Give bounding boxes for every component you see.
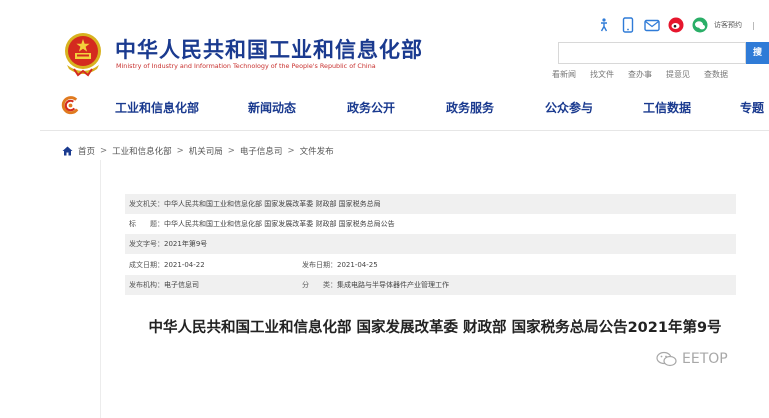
meta-row-dates: 成文日期：2021-04-22 发布日期：2021-04-25 [125, 255, 736, 275]
breadcrumb-departments[interactable]: 机关司局 [189, 145, 223, 157]
breadcrumb-file-release[interactable]: 文件发布 [300, 145, 334, 157]
nav-item-gov-affairs[interactable]: 政务公开 [347, 99, 395, 116]
breadcrumb-separator: > [227, 146, 235, 156]
site-title[interactable]: 中华人民共和国工业和信息化部 [115, 34, 423, 64]
nav-item-news[interactable]: 新闻动态 [248, 99, 296, 116]
nav-item-data[interactable]: 工信数据 [643, 99, 691, 116]
meta-label: 发布日期： [302, 261, 337, 269]
meta-value-org: 电子信息司 [164, 281, 199, 289]
breadcrumb-electronics-dept[interactable]: 电子信息司 [240, 145, 283, 157]
meta-label: 发文字号： [129, 240, 164, 248]
nav-item-miit[interactable]: 工业和信息化部 [115, 99, 199, 116]
nav-divider [40, 130, 769, 131]
meta-row-issuer: 发文机关：中华人民共和国工业和信息化部 国家发展改革委 财政部 国家税务总局 [125, 194, 736, 214]
nav-item-gov-services[interactable]: 政务服务 [446, 99, 494, 116]
weibo-icon[interactable] [668, 17, 684, 33]
home-icon [62, 146, 73, 156]
meta-row-org: 发布机构：电子信息司 分 类：集成电路与半导体器件产业管理工作 [125, 275, 736, 295]
meta-value-subject: 中华人民共和国工业和信息化部 国家发展改革委 财政部 国家税务总局公告 [164, 220, 395, 228]
meta-value-published: 2021-04-25 [337, 261, 378, 269]
breadcrumb-separator: > [176, 146, 184, 156]
watermark: EETOP [656, 351, 728, 367]
top-bar-separator: | [752, 20, 755, 30]
quick-links: 看新闻 找文件 查办事 提意见 查数据 [552, 69, 728, 80]
quick-link-data[interactable]: 查数据 [704, 69, 728, 80]
meta-label: 分 类： [302, 281, 337, 289]
nav-item-topics[interactable]: 专题 [740, 99, 764, 116]
meta-value-created: 2021-04-22 [164, 261, 205, 269]
meta-value-issuer: 中华人民共和国工业和信息化部 国家发展改革委 财政部 国家税务总局 [164, 200, 381, 208]
wechat-icon[interactable] [692, 17, 708, 33]
breadcrumb-separator: > [287, 146, 295, 156]
visitor-appointment-link[interactable]: 访客预约 [714, 20, 742, 30]
search-input[interactable] [558, 42, 746, 64]
top-icon-bar: 访客预约 | [596, 16, 755, 34]
breadcrumb-home[interactable]: 首页 [78, 145, 95, 157]
mail-icon[interactable] [644, 17, 660, 33]
mobile-icon[interactable] [620, 17, 636, 33]
nav-logo-icon[interactable] [61, 96, 80, 115]
breadcrumb: 首页 > 工业和信息化部 > 机关司局 > 电子信息司 > 文件发布 [62, 145, 334, 157]
wechat-watermark-icon [656, 351, 677, 367]
meta-label: 成文日期： [129, 261, 164, 269]
search-button[interactable]: 搜 [746, 42, 769, 64]
meta-label: 发布机构： [129, 281, 164, 289]
meta-label: 发文机关： [129, 200, 164, 208]
breadcrumb-miit[interactable]: 工业和信息化部 [112, 145, 172, 157]
meta-value-category: 集成电路与半导体器件产业管理工作 [337, 281, 449, 289]
quick-link-services[interactable]: 查办事 [628, 69, 652, 80]
site-subtitle: Ministry of Industry and Information Tec… [116, 62, 376, 70]
quick-link-files[interactable]: 找文件 [590, 69, 614, 80]
national-emblem-icon [65, 33, 101, 77]
meta-value-docno: 2021年第9号 [164, 240, 208, 248]
document-title: 中华人民共和国工业和信息化部 国家发展改革委 财政部 国家税务总局公告2021年… [148, 320, 722, 336]
nav-item-public-participation[interactable]: 公众参与 [545, 99, 593, 116]
meta-row-subject: 标 题：中华人民共和国工业和信息化部 国家发展改革委 财政部 国家税务总局公告 [125, 214, 736, 234]
breadcrumb-separator: > [100, 146, 108, 156]
meta-row-docno: 发文字号：2021年第9号 [125, 234, 736, 254]
watermark-text: EETOP [682, 351, 728, 367]
meta-label: 标 题： [129, 220, 164, 228]
quick-link-feedback[interactable]: 提意见 [666, 69, 690, 80]
quick-link-news[interactable]: 看新闻 [552, 69, 576, 80]
accessibility-icon[interactable] [596, 17, 612, 33]
